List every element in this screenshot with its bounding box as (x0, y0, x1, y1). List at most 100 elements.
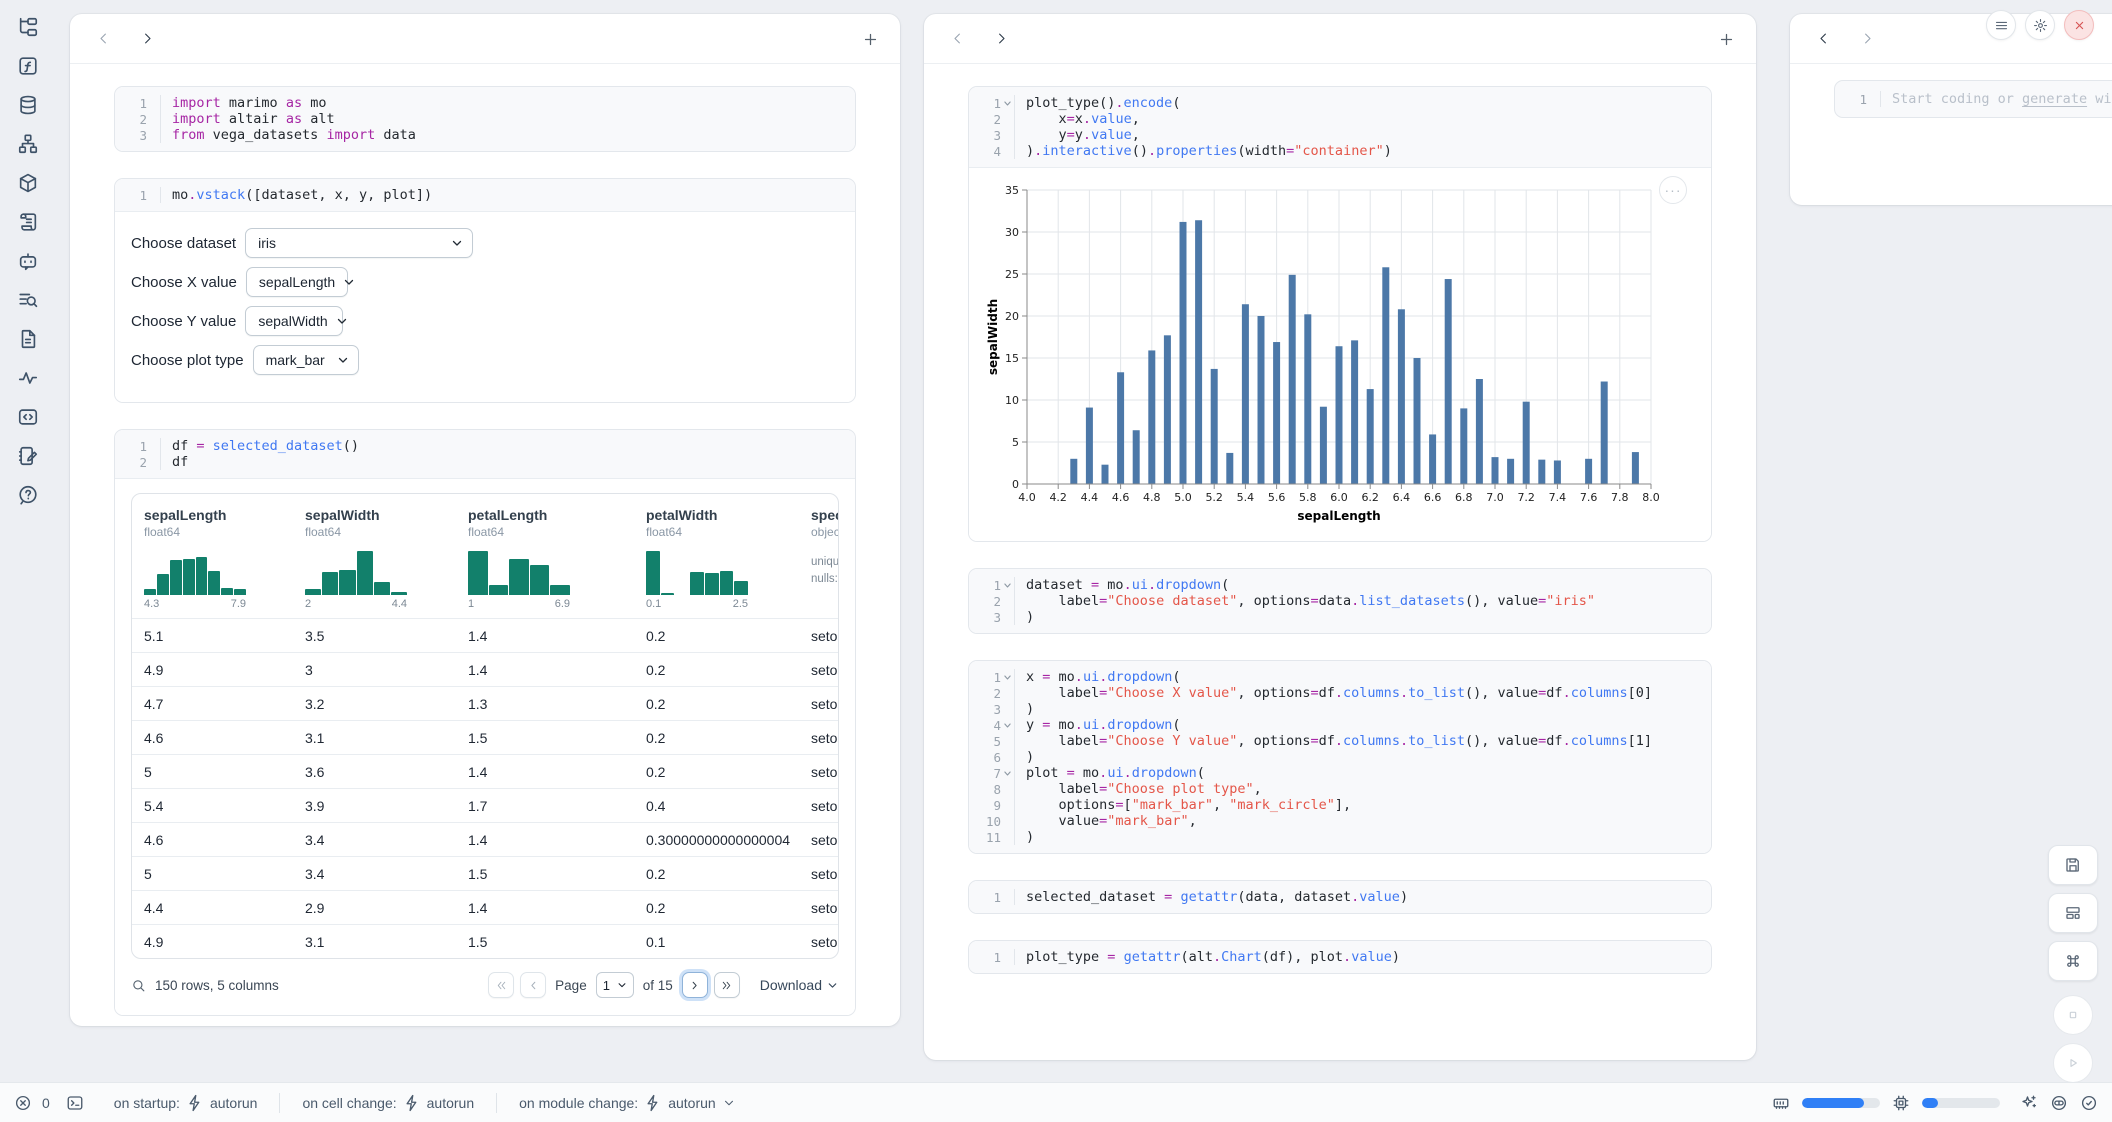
line-number: 1 (115, 187, 161, 203)
column-header[interactable]: petalWidthfloat640.12.5 (634, 494, 799, 618)
icon-rail (0, 0, 56, 1082)
sidebar-item-code-snippet[interactable] (17, 406, 39, 428)
sidebar-item-document[interactable] (17, 328, 39, 350)
code-editor[interactable]: 1df = selected_dataset()2df (115, 430, 855, 479)
fold-chevron-icon[interactable] (1001, 97, 1014, 109)
on-cell-change-setting[interactable]: on cell change: autorun (290, 1094, 486, 1112)
chevron-right-icon[interactable] (132, 24, 162, 54)
column-header[interactable]: speciesobjectunique:nulls: (799, 494, 839, 618)
command-button[interactable] (2048, 941, 2098, 981)
column-header[interactable]: sepalWidthfloat6424.4 (293, 494, 456, 618)
search-icon[interactable] (131, 978, 146, 993)
sidebar-item-help-bubble[interactable] (17, 484, 39, 506)
fold-chevron-icon[interactable] (1001, 719, 1014, 731)
control-row: Choose Y valuesepalWidth (131, 306, 839, 336)
fold-chevron-icon[interactable] (1001, 671, 1014, 683)
column-header[interactable]: petalLengthfloat6416.9 (456, 494, 634, 618)
table-row[interactable]: 4.73.21.30.2setosa (132, 686, 838, 720)
line-number: 1 (969, 889, 1015, 905)
table-cell: setosa (799, 755, 839, 788)
chevron-right-icon[interactable] (986, 24, 1016, 54)
code-editor[interactable]: 1selected_dataset = getattr(data, datase… (969, 881, 1711, 913)
table-cell: setosa (799, 653, 839, 686)
code-editor[interactable]: 1import marimo as mo2import altair as al… (115, 87, 855, 151)
line-number: 4 (969, 717, 1015, 733)
fold-chevron-icon[interactable] (1001, 579, 1014, 591)
histogram-bar (322, 572, 338, 595)
on-startup-setting[interactable]: on startup: autorun (102, 1094, 270, 1112)
last-page-button[interactable] (714, 972, 740, 998)
code-editor[interactable]: 1dataset = mo.ui.dropdown(2 label="Choos… (969, 569, 1711, 633)
sidebar-item-function-square[interactable] (17, 55, 39, 77)
table-row[interactable]: 4.931.40.2setosa (132, 652, 838, 686)
layout-button[interactable] (2048, 893, 2098, 933)
code-editor[interactable]: 1x = mo.ui.dropdown(2 label="Choose X va… (969, 661, 1711, 853)
chevron-left-icon[interactable] (942, 24, 972, 54)
errors-icon[interactable] (14, 1094, 32, 1112)
close-button[interactable] (2064, 10, 2094, 40)
select-value: sepalLength (259, 274, 335, 290)
table-row[interactable]: 53.41.50.2setosa (132, 856, 838, 890)
table-row[interactable]: 4.93.11.50.1setosa (132, 924, 838, 958)
chevron-down-icon (329, 354, 349, 366)
choose-x-value-select[interactable]: sepalLength (246, 267, 348, 297)
clock-check-icon[interactable] (2080, 1094, 2098, 1112)
code-editor[interactable]: 1plot_type = getattr(alt.Chart(df), plot… (969, 941, 1711, 973)
table-row[interactable]: 53.61.40.2setosa (132, 754, 838, 788)
table-cell: 5 (132, 755, 293, 788)
histogram-bar (489, 585, 509, 595)
fold-chevron-icon[interactable] (1001, 767, 1014, 779)
terminal-icon[interactable] (66, 1094, 84, 1112)
sidebar-item-package[interactable] (17, 172, 39, 194)
choose-y-value-select[interactable]: sepalWidth (245, 306, 343, 336)
page-select[interactable]: 1 (596, 972, 634, 998)
sidebar-item-file-tree[interactable] (17, 16, 39, 38)
copilot-icon[interactable] (2050, 1094, 2068, 1112)
table-row[interactable]: 4.63.11.50.2setosa (132, 720, 838, 754)
generate-link[interactable]: generate (2022, 91, 2087, 107)
sidebar-item-activity[interactable] (17, 367, 39, 389)
table-row[interactable]: 5.13.51.40.2setosa (132, 618, 838, 652)
menu-button[interactable] (1986, 10, 2016, 40)
code-cell-dataset-dropdown: 1dataset = mo.ui.dropdown(2 label="Choos… (968, 568, 1712, 634)
bar-chart[interactable]: 4.04.24.44.64.85.05.25.45.65.86.06.26.46… (987, 178, 1663, 530)
table-cell: 0.2 (634, 721, 799, 754)
sidebar-item-database[interactable] (17, 94, 39, 116)
sidebar-item-chat-bot[interactable] (17, 250, 39, 272)
code-editor[interactable]: 1plot_type().encode(2 x=x.value,3 y=y.va… (969, 87, 1711, 168)
chevron-right-icon[interactable] (1852, 24, 1882, 54)
save-button[interactable] (2048, 845, 2098, 885)
download-button[interactable]: Download (760, 977, 839, 993)
column-header[interactable]: sepalLengthfloat644.37.9 (132, 494, 293, 618)
column-range: 4.37.9 (144, 598, 246, 610)
table-header-row: sepalLengthfloat644.37.9sepalWidthfloat6… (132, 494, 838, 618)
choose-plot-type-select[interactable]: mark_bar (253, 345, 359, 375)
on-module-change-setting[interactable]: on module change: autorun (507, 1094, 748, 1112)
code-line: 1plot_type().encode( (969, 95, 1711, 111)
sidebar-item-workflow[interactable] (17, 133, 39, 155)
table-cell: 2.9 (293, 891, 456, 924)
sidebar-item-scroll[interactable] (17, 211, 39, 233)
settings-button[interactable] (2025, 10, 2055, 40)
select-value: sepalWidth (258, 313, 327, 329)
sidebar-item-notebook-edit[interactable] (17, 445, 39, 467)
table-row[interactable]: 4.63.41.40.30000000000000004setosa (132, 822, 838, 856)
stop-button[interactable] (2053, 995, 2093, 1035)
empty-code-cell[interactable]: 1 Start coding or generate with AI (1834, 80, 2112, 118)
chevron-left-icon[interactable] (1808, 24, 1838, 54)
chevron-left-icon[interactable] (88, 24, 118, 54)
previous-page-button[interactable] (520, 972, 546, 998)
chart-menu-button[interactable]: ··· (1659, 176, 1687, 204)
table-row[interactable]: 5.43.91.70.4setosa (132, 788, 838, 822)
sidebar-item-search-list[interactable] (17, 289, 39, 311)
next-page-button[interactable] (682, 972, 708, 998)
ai-sparkles-icon[interactable] (2020, 1094, 2038, 1112)
run-button[interactable] (2053, 1043, 2093, 1083)
add-cell-icon[interactable] (1712, 25, 1740, 53)
choose-dataset-select[interactable]: iris (245, 228, 473, 258)
code-placeholder[interactable]: Start coding or generate with AI (1881, 91, 2112, 107)
add-cell-icon[interactable] (856, 25, 884, 53)
code-editor[interactable]: 1mo.vstack([dataset, x, y, plot]) (115, 179, 855, 212)
table-row[interactable]: 4.42.91.40.2setosa (132, 890, 838, 924)
first-page-button[interactable] (488, 972, 514, 998)
